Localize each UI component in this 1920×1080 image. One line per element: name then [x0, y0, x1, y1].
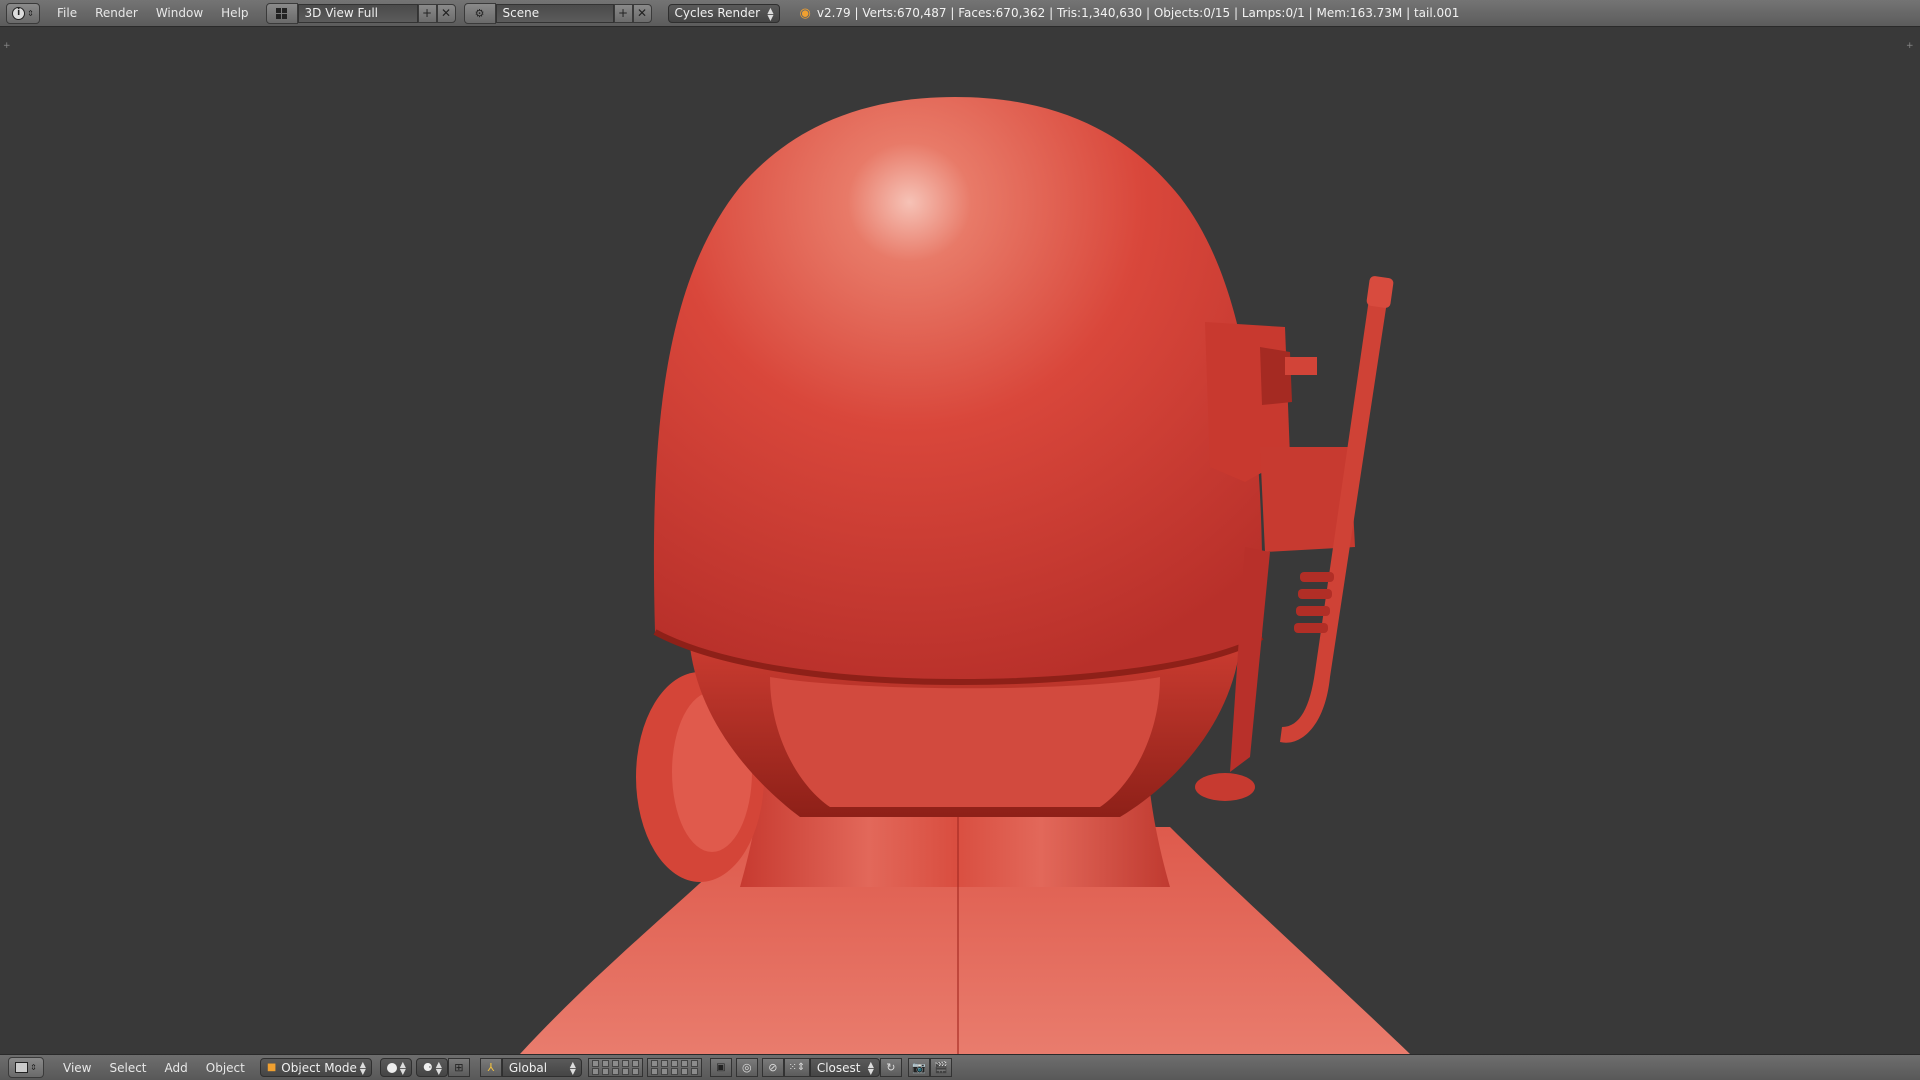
delete-layout-button[interactable]: ✕	[436, 3, 456, 23]
menu-render[interactable]: Render	[86, 6, 147, 20]
editor-type-button[interactable]: ⇕	[8, 1057, 44, 1078]
shading-icon	[386, 1062, 397, 1073]
transform-orientation-dropdown[interactable]: Global ▲ ▼	[501, 1058, 582, 1077]
info-editor-button[interactable]: i ⇕	[6, 2, 40, 24]
3d-viewport[interactable]: + +	[0, 27, 1920, 1054]
pivot-icon: ⚈	[422, 1061, 433, 1074]
editor-type-icon	[15, 1062, 29, 1073]
delete-scene-button[interactable]: ✕	[632, 3, 652, 23]
add-icon: +	[421, 6, 433, 20]
render-engine-value: Cycles Render	[674, 6, 761, 20]
menu-select[interactable]: Select	[100, 1061, 155, 1075]
chevron-updown-icon: ⇕	[27, 8, 34, 18]
opengl-render-animation-button[interactable]: 🎬	[929, 1058, 952, 1077]
orientation-icon: ⅄	[487, 1061, 495, 1074]
scene-layers-group-2[interactable]	[646, 1058, 702, 1077]
manipulator-icon: ⊞	[454, 1061, 464, 1074]
add-icon: +	[617, 6, 629, 20]
menu-file[interactable]: File	[48, 6, 86, 20]
snap-icon: ⊘	[768, 1061, 778, 1074]
snap-rotation-button[interactable]: ↻	[879, 1058, 902, 1077]
interaction-mode-dropdown[interactable]: ■ Object Mode ▲ ▼	[259, 1058, 372, 1077]
viewport-shading-dropdown[interactable]: ▲ ▼	[379, 1058, 412, 1077]
layers-icon	[650, 1060, 699, 1075]
lock-layers-button[interactable]: ▣	[709, 1058, 732, 1077]
object-mode-icon: ■	[266, 1062, 277, 1073]
transform-orientation-icon-button[interactable]: ⅄	[479, 1058, 502, 1077]
scene-icon: ⚙	[474, 6, 485, 20]
screen-layout-field[interactable]: 3D View Full	[297, 3, 418, 23]
add-layout-button[interactable]: +	[417, 3, 437, 23]
proportional-edit-button[interactable]: ◎	[735, 1058, 758, 1077]
manipulator-toggle[interactable]: ⊞	[447, 1058, 470, 1077]
menu-add[interactable]: Add	[156, 1061, 197, 1075]
chevron-updown-icon: ▲ ▼	[435, 1060, 442, 1076]
close-icon: ✕	[440, 6, 452, 20]
scene-statistics: v2.79 | Verts:670,487 | Faces:670,362 | …	[816, 6, 1460, 20]
render-icon: 📷	[911, 1061, 926, 1074]
model-helmet-dome	[653, 97, 1263, 682]
scene-field[interactable]: Scene	[495, 3, 614, 23]
opengl-render-button[interactable]: 📷	[907, 1058, 930, 1077]
snap-target-value: Closest	[816, 1060, 861, 1075]
lock-icon: ▣	[716, 1062, 726, 1073]
viewport-header: ⇕ View Select Add Object ■ Object Mode ▲…	[0, 1054, 1920, 1080]
rotate-icon: ↻	[886, 1061, 896, 1074]
screen-layout-button[interactable]	[265, 2, 298, 24]
snap-element-button[interactable]: ⁙⇕	[783, 1058, 810, 1077]
proportional-edit-icon: ◎	[742, 1061, 752, 1074]
scene-button[interactable]: ⚙	[463, 2, 496, 24]
pivot-point-dropdown[interactable]: ⚈ ▲ ▼	[415, 1058, 448, 1077]
snap-element-icon: ⁙⇕	[788, 1062, 806, 1073]
scene-layers-group-1[interactable]	[587, 1058, 643, 1077]
chevron-updown-icon: ▲ ▼	[867, 1060, 874, 1076]
menu-help[interactable]: Help	[212, 6, 257, 20]
menu-object[interactable]: Object	[197, 1061, 254, 1075]
scene-value: Scene	[502, 6, 540, 20]
chevron-updown-icon: ▲ ▼	[399, 1060, 406, 1076]
render-engine-dropdown[interactable]: Cycles Render ▲ ▼	[667, 3, 780, 23]
render-animation-icon: 🎬	[933, 1061, 948, 1074]
top-info-header: i ⇕ File Render Window Help 3D View Full…	[0, 0, 1920, 27]
screen-layout-value: 3D View Full	[304, 6, 379, 20]
add-scene-button[interactable]: +	[613, 3, 633, 23]
chevron-updown-icon: ▲ ▼	[359, 1060, 366, 1076]
transform-orientation-value: Global	[508, 1060, 548, 1075]
snap-target-dropdown[interactable]: Closest ▲ ▼	[809, 1058, 880, 1077]
menu-window[interactable]: Window	[147, 6, 212, 20]
screen-layout-icon	[276, 7, 288, 19]
layers-icon	[591, 1060, 640, 1075]
chevron-updown-icon: ▲ ▼	[569, 1060, 576, 1076]
viewport-render	[520, 97, 1410, 1054]
close-icon: ✕	[636, 6, 648, 20]
snap-toggle[interactable]: ⊘	[761, 1058, 784, 1077]
menu-view[interactable]: View	[54, 1061, 100, 1075]
chevron-updown-icon: ⇕	[30, 1063, 37, 1072]
info-icon: i	[12, 6, 26, 20]
blender-icon: ◉	[799, 5, 811, 21]
interaction-mode-value: Object Mode	[281, 1060, 357, 1075]
chevron-updown-icon: ▲ ▼	[767, 5, 774, 22]
